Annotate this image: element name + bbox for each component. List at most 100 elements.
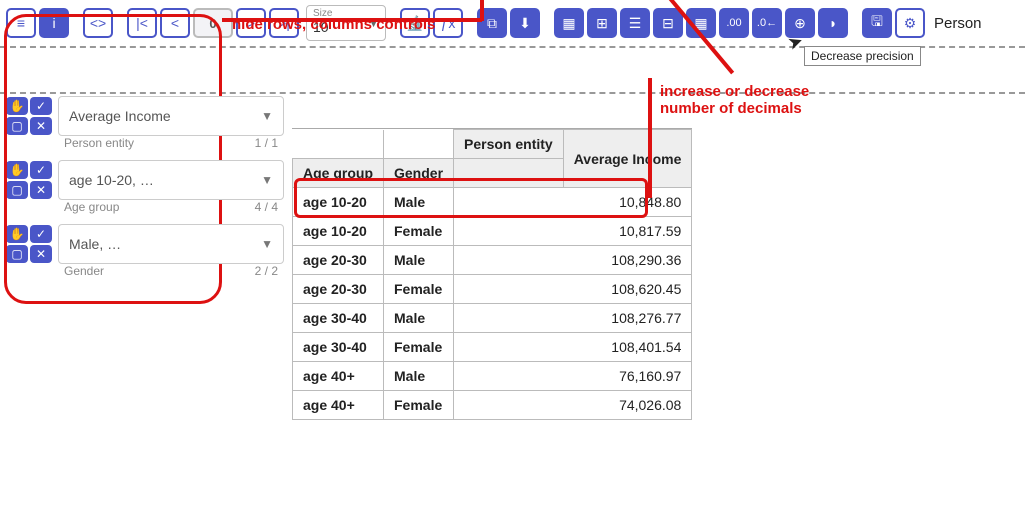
drag-icon[interactable]: ✋ <box>6 97 28 115</box>
close-icon[interactable]: ✕ <box>30 245 52 263</box>
table-row: age 20-30Female108,620.45 <box>293 275 692 304</box>
code-button[interactable]: <> <box>83 8 113 38</box>
square-icon[interactable]: ▢ <box>6 117 28 135</box>
page-size-select[interactable]: Size 10 ▼ <box>306 5 386 41</box>
hide-controls-button[interactable]: ▦ <box>554 8 584 38</box>
table-icon: ▦ <box>694 15 707 32</box>
code-icon: <> <box>90 15 106 31</box>
menu-button[interactable]: ≡ <box>6 8 36 38</box>
first-page-button[interactable]: |< <box>127 8 157 38</box>
gender-sublabel: Gender <box>64 264 104 278</box>
agegroup-select[interactable]: age 10-20, … ▼ <box>58 160 284 200</box>
cell-gender: Female <box>384 275 454 304</box>
gender-count: 2 / 2 <box>255 264 278 278</box>
layout1-icon: ⊞ <box>596 15 608 32</box>
caret-down-icon: ▼ <box>261 173 273 187</box>
measure-select-value: Average Income <box>69 108 171 124</box>
table-row: age 40+Female74,026.08 <box>293 391 692 420</box>
cell-gender: Male <box>384 188 454 217</box>
layout2-icon: ☰ <box>629 15 642 32</box>
panel-controls: ✋ ✓ ▢ ✕ <box>6 161 52 199</box>
page-number: 0 <box>193 8 233 38</box>
microscope-button[interactable]: 🔬 <box>400 8 430 38</box>
copy-button[interactable]: ⧉ <box>477 8 507 38</box>
formula-button[interactable]: ƒx <box>433 8 463 38</box>
tooltip: Decrease precision <box>804 46 921 66</box>
panel-controls: ✋ ✓ ▢ ✕ <box>6 225 52 263</box>
cell-gender: Male <box>384 362 454 391</box>
pivot-table: Person entity Average Income Age group G… <box>292 128 692 420</box>
cell-age: age 20-30 <box>293 275 384 304</box>
table-row: age 10-20Male10,848.80 <box>293 188 692 217</box>
row-header-1: Age group <box>293 159 384 188</box>
cell-value: 108,276.77 <box>454 304 692 333</box>
tag-icon: ◗ <box>829 15 837 31</box>
measure-sublabel: Person entity <box>64 136 134 150</box>
row-header-2: Gender <box>384 159 454 188</box>
sidebar: ✋ ✓ ▢ ✕ Average Income ▼ Person entity 1… <box>0 88 290 420</box>
caret-down-icon: ▼ <box>261 237 273 251</box>
first-icon: |< <box>136 15 148 31</box>
last-page-button[interactable]: >| <box>269 8 299 38</box>
cell-value: 10,817.59 <box>454 217 692 246</box>
gender-select[interactable]: Male, … ▼ <box>58 224 284 264</box>
cell-age: age 40+ <box>293 362 384 391</box>
check-icon[interactable]: ✓ <box>30 97 52 115</box>
cell-gender: Male <box>384 304 454 333</box>
prev-page-button[interactable]: < <box>160 8 190 38</box>
save-button[interactable]: 🖫 <box>862 8 892 38</box>
chevron-right-icon: > <box>247 15 255 31</box>
cell-value: 10,848.80 <box>454 188 692 217</box>
layout3-icon: ⊟ <box>662 15 674 32</box>
chevron-left-icon: < <box>171 15 179 31</box>
panel-measure: ✋ ✓ ▢ ✕ Average Income ▼ Person entity 1… <box>6 96 284 150</box>
layout-2-button[interactable]: ☰ <box>620 8 650 38</box>
settings-button[interactable]: ⚙ <box>895 8 925 38</box>
square-icon[interactable]: ▢ <box>6 181 28 199</box>
annotation-decimals: increase or decrease number of decimals <box>660 83 809 117</box>
tag-button[interactable]: ◗ <box>818 8 848 38</box>
menu-icon: ≡ <box>17 15 25 31</box>
caret-down-icon: ▼ <box>261 109 273 123</box>
copy-icon: ⧉ <box>487 15 497 32</box>
decrease-decimals-icon: .0← <box>757 17 777 29</box>
col-entity-header: Person entity <box>454 130 564 159</box>
table-button[interactable]: ▦ <box>686 8 716 38</box>
cell-age: age 30-40 <box>293 333 384 362</box>
decrease-precision-button[interactable]: .0← <box>752 8 782 38</box>
cell-gender: Female <box>384 333 454 362</box>
measure-select[interactable]: Average Income ▼ <box>58 96 284 136</box>
cell-value: 108,401.54 <box>454 333 692 362</box>
square-icon[interactable]: ▢ <box>6 245 28 263</box>
download-button[interactable]: ⬇ <box>510 8 540 38</box>
fx-icon: ƒx <box>441 15 456 31</box>
last-icon: >| <box>278 15 290 31</box>
cell-age: age 10-20 <box>293 188 384 217</box>
agegroup-sublabel: Age group <box>64 200 119 214</box>
increase-precision-button[interactable]: .00 <box>719 8 749 38</box>
cell-age: age 20-30 <box>293 246 384 275</box>
info-button[interactable]: i <box>39 8 69 38</box>
entity-label: Person <box>934 15 982 32</box>
panel-gender: ✋ ✓ ▢ ✕ Male, … ▼ Gender 2 / 2 <box>6 224 284 278</box>
cell-value: 108,620.45 <box>454 275 692 304</box>
check-icon[interactable]: ✓ <box>30 161 52 179</box>
drag-icon[interactable]: ✋ <box>6 161 28 179</box>
agegroup-select-value: age 10-20, … <box>69 172 154 188</box>
toolbar: ≡ i <> |< < 0 > >| Size 10 ▼ 🔬 ƒx ⧉ ⬇ ▦ … <box>0 0 1025 48</box>
download-icon: ⬇ <box>519 15 531 32</box>
check-icon[interactable]: ✓ <box>30 225 52 243</box>
next-page-button[interactable]: > <box>236 8 266 38</box>
panel-age-group: ✋ ✓ ▢ ✕ age 10-20, … ▼ Age group 4 / 4 <box>6 160 284 214</box>
table-row: age 30-40Male108,276.77 <box>293 304 692 333</box>
layout-1-button[interactable]: ⊞ <box>587 8 617 38</box>
gear-icon: ⚙ <box>904 15 917 32</box>
table-row: age 10-20Female10,817.59 <box>293 217 692 246</box>
close-icon[interactable]: ✕ <box>30 181 52 199</box>
panel-controls: ✋ ✓ ▢ ✕ <box>6 97 52 135</box>
close-icon[interactable]: ✕ <box>30 117 52 135</box>
table-row: age 40+Male76,160.97 <box>293 362 692 391</box>
layout-3-button[interactable]: ⊟ <box>653 8 683 38</box>
gender-select-value: Male, … <box>69 236 121 252</box>
drag-icon[interactable]: ✋ <box>6 225 28 243</box>
